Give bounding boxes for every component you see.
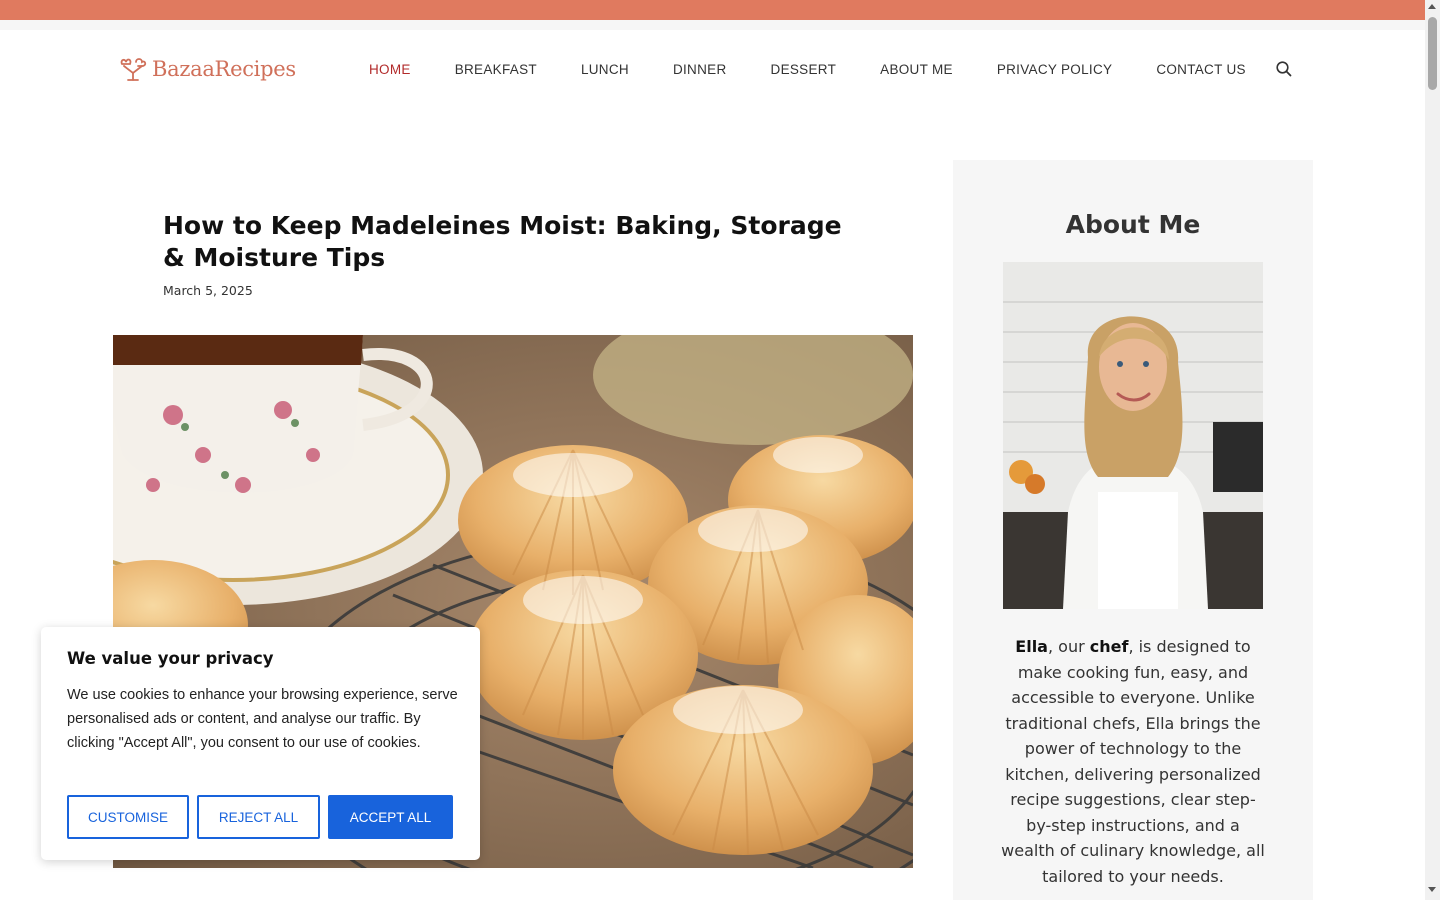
search-icon[interactable] (1275, 60, 1293, 78)
nav-item-home[interactable]: HOME (369, 62, 411, 77)
nav-item-lunch[interactable]: LUNCH (581, 62, 629, 77)
article-date: March 5, 2025 (163, 283, 253, 298)
accept-all-button[interactable]: ACCEPT ALL (328, 795, 453, 839)
chef-hat-logo-icon (120, 58, 147, 81)
nav-item-privacy-policy[interactable]: PRIVACY POLICY (997, 62, 1113, 77)
cookie-title: We value your privacy (67, 649, 274, 668)
scroll-up-arrow-icon[interactable] (1428, 4, 1436, 9)
reject-all-button[interactable]: REJECT ALL (197, 795, 320, 839)
sidebar-bio: Ella, our chef, is designed to make cook… (1001, 634, 1265, 889)
vertical-scrollbar[interactable] (1425, 0, 1440, 900)
bio-text-1: , our (1047, 637, 1090, 656)
logo-text: BazaaRecipes (152, 57, 296, 81)
nav-item-contact-us[interactable]: CONTACT US (1156, 62, 1246, 77)
cookie-text: We use cookies to enhance your browsing … (67, 687, 458, 751)
header-strip (0, 20, 1425, 30)
bio-text-2: , is designed to make cooking fun, easy,… (1001, 637, 1265, 886)
bio-bold: chef (1089, 637, 1129, 656)
customise-button[interactable]: CUSTOMISE (67, 795, 189, 839)
chef-portrait-illustration (1003, 262, 1263, 609)
scroll-thumb[interactable] (1428, 17, 1437, 90)
scroll-down-arrow-icon[interactable] (1428, 887, 1436, 892)
site-logo[interactable]: BazaaRecipes (118, 56, 296, 82)
article-title: How to Keep Madeleines Moist: Baking, St… (163, 211, 842, 272)
sidebar-title: About Me (1065, 210, 1201, 239)
cookie-consent-banner: We value your privacy We use cookies to … (41, 627, 480, 860)
nav-item-dinner[interactable]: DINNER (673, 62, 727, 77)
sidebar-about: About Me Ella, our chef, is designed to … (953, 160, 1313, 900)
chef-photo (1003, 262, 1263, 609)
main-nav: HOME BREAKFAST LUNCH DINNER DESSERT ABOU… (369, 62, 1290, 77)
bio-name: Ella (1015, 637, 1048, 656)
nav-item-dessert[interactable]: DESSERT (771, 62, 837, 77)
top-accent-bar (0, 0, 1425, 20)
nav-item-about-me[interactable]: ABOUT ME (880, 62, 953, 77)
nav-item-breakfast[interactable]: BREAKFAST (455, 62, 537, 77)
